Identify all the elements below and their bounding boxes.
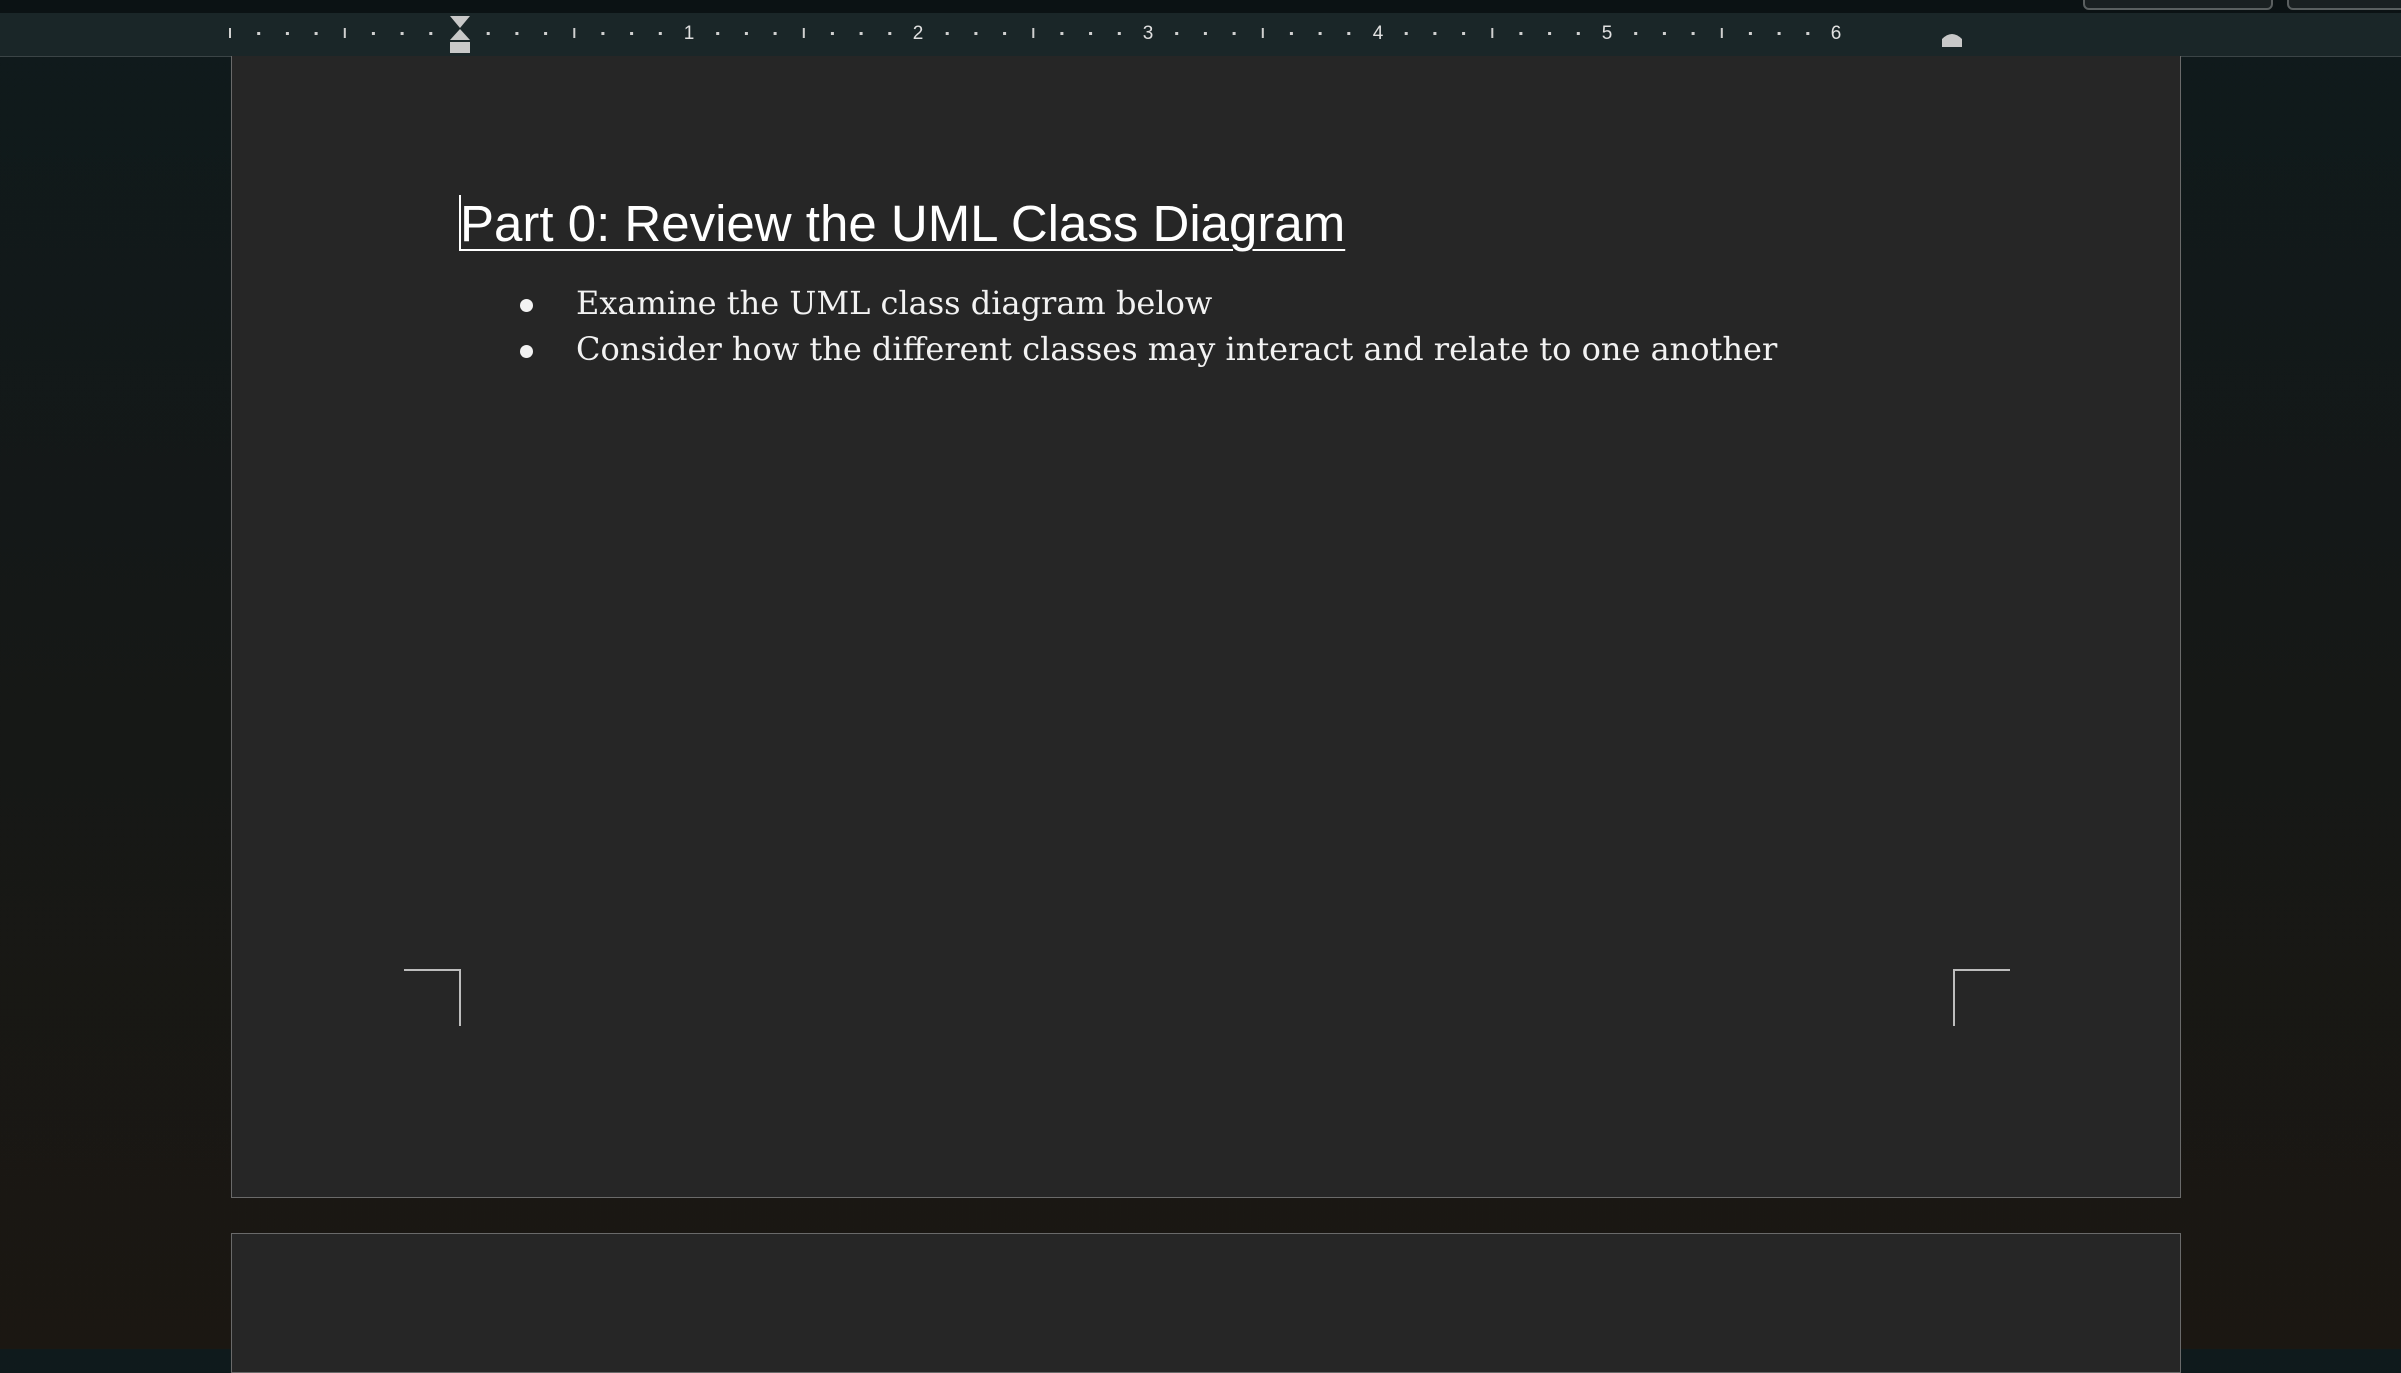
ruler-tick — [1060, 32, 1064, 35]
ruler-label-1: 1 — [684, 23, 695, 44]
margin-corner-mark-left — [404, 969, 461, 1026]
ruler-tick — [630, 32, 634, 35]
ruler-tick — [1662, 32, 1666, 35]
ruler-tick — [1576, 32, 1580, 35]
margin-corner-mark-right — [1953, 969, 2010, 1026]
ruler-tick — [1462, 32, 1466, 35]
first-line-indent-marker[interactable] — [450, 16, 470, 28]
ruler-tick — [371, 32, 375, 35]
ruler-graphic: 1 2 3 4 5 6 — [229, 16, 1962, 53]
ruler-tick — [229, 28, 231, 38]
ruler-tick — [658, 32, 662, 35]
ruler-tick — [974, 32, 978, 35]
ruler-label-2: 2 — [913, 23, 924, 44]
ruler-tick — [1806, 32, 1810, 35]
bullet-icon — [520, 299, 533, 312]
right-indent-marker[interactable] — [1942, 34, 1962, 47]
ruler-tick — [429, 32, 433, 35]
ruler-tick — [1491, 28, 1494, 38]
ruler-tick — [1203, 32, 1207, 35]
ruler-tick — [1289, 32, 1293, 35]
ruler-tick — [400, 32, 404, 35]
ruler-tick — [945, 32, 949, 35]
ruler-tick — [888, 32, 892, 35]
ruler-tick — [285, 32, 289, 35]
ruler-tick — [1003, 32, 1007, 35]
ruler-tick — [1777, 32, 1781, 35]
ruler-tick — [515, 32, 519, 35]
ruler-tick — [744, 32, 748, 35]
ruler-tick — [1404, 32, 1408, 35]
horizontal-ruler[interactable]: 1 2 3 4 5 6 — [0, 13, 2401, 57]
document-heading[interactable]: Part 0: Review the UML Class Diagram — [460, 192, 1345, 256]
bullet-icon — [520, 345, 533, 358]
window-top-bar — [0, 0, 2401, 13]
ruler-tick — [1089, 32, 1093, 35]
ruler-tick — [830, 32, 834, 35]
ruler-tick — [1433, 32, 1437, 35]
ruler-tick — [1347, 32, 1351, 35]
ruler-tick — [1691, 32, 1695, 35]
ruler-label-5: 5 — [1602, 23, 1613, 44]
ruler-tick — [802, 28, 805, 38]
ruler-label-4: 4 — [1373, 23, 1384, 44]
ruler-tick — [1261, 28, 1264, 38]
top-bar-button[interactable] — [2287, 0, 2401, 10]
ruler-tick — [716, 32, 720, 35]
ruler-tick — [1519, 32, 1523, 35]
ruler-tick — [1318, 32, 1322, 35]
ruler-tick — [1548, 32, 1552, 35]
ruler-tick — [314, 32, 318, 35]
ruler-tick — [1634, 32, 1638, 35]
top-bar-button[interactable] — [2083, 0, 2273, 10]
ruler-tick — [1232, 32, 1236, 35]
ruler-tick — [1032, 28, 1035, 38]
ruler-tick — [573, 28, 576, 38]
left-indent-marker[interactable] — [450, 29, 470, 53]
ruler-tick — [1720, 28, 1723, 38]
ruler-tick — [486, 32, 490, 35]
ruler-tick — [859, 32, 863, 35]
ruler-tick — [1748, 32, 1752, 35]
ruler-tick — [343, 28, 346, 38]
list-item-text: Consider how the different classes may i… — [576, 330, 1778, 368]
list-item-text: Examine the UML class diagram below — [576, 284, 1213, 322]
ruler-label-3: 3 — [1143, 23, 1154, 44]
next-document-page[interactable] — [231, 1233, 2181, 1373]
ruler-tick — [544, 32, 548, 35]
ruler-tick — [773, 32, 777, 35]
ruler-label-6: 6 — [1831, 23, 1842, 44]
ruler-tick — [1175, 32, 1179, 35]
ruler-tick — [601, 32, 605, 35]
ruler-tick — [1117, 32, 1121, 35]
ruler-tick — [257, 32, 261, 35]
